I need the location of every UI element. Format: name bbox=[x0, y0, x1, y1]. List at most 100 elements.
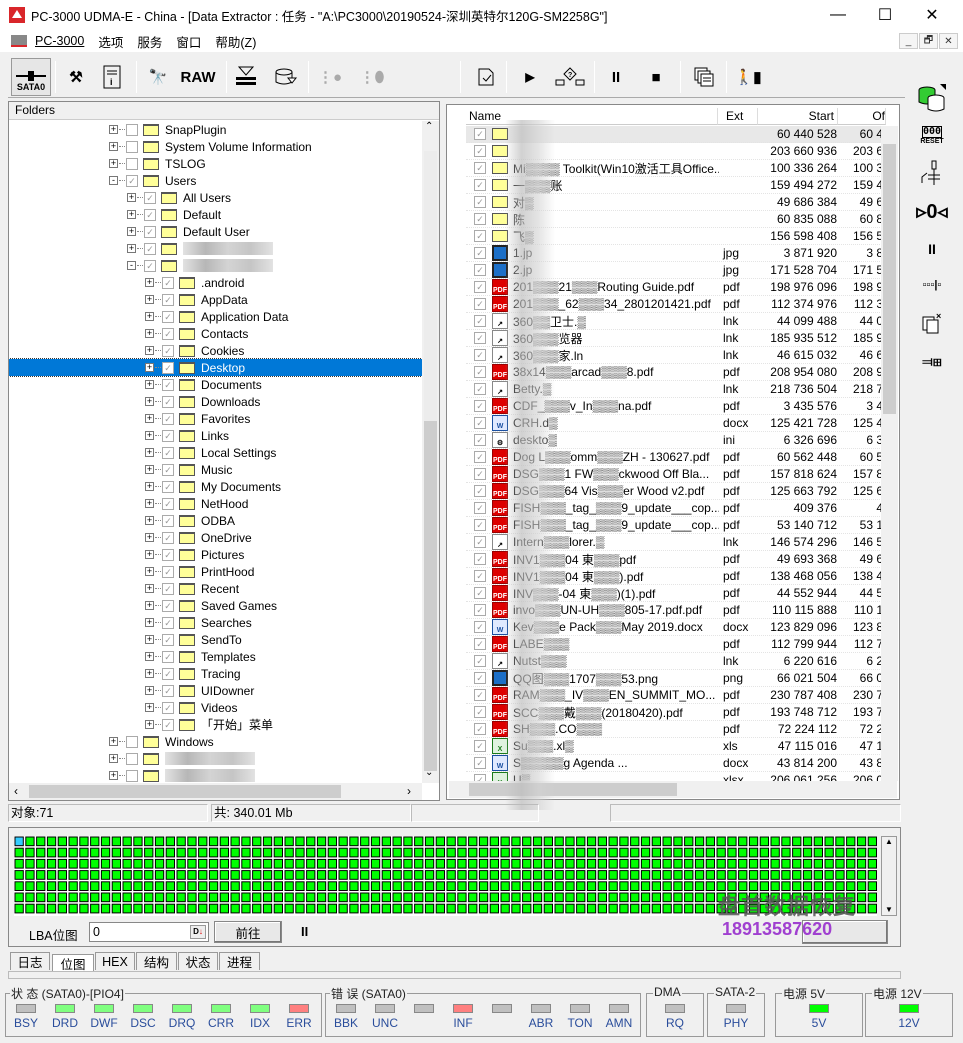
lba-block[interactable] bbox=[867, 858, 877, 869]
folder-tree-item[interactable]: + TSLOG bbox=[9, 155, 422, 172]
lba-block[interactable] bbox=[187, 847, 197, 858]
lba-block[interactable] bbox=[576, 892, 586, 903]
lba-block[interactable] bbox=[90, 836, 100, 847]
lba-block[interactable] bbox=[446, 836, 456, 847]
lba-block[interactable] bbox=[608, 892, 618, 903]
lba-block[interactable] bbox=[14, 881, 24, 891]
lba-block[interactable] bbox=[316, 870, 327, 880]
file-checkbox[interactable]: ✓ bbox=[474, 587, 486, 599]
column-header-start[interactable]: Start bbox=[758, 108, 838, 125]
file-checkbox[interactable]: ✓ bbox=[474, 417, 486, 429]
lba-block[interactable] bbox=[100, 881, 111, 891]
lba-block[interactable] bbox=[824, 847, 834, 858]
lba-block[interactable] bbox=[360, 892, 370, 903]
tree-vertical-scrollbar[interactable]: ⌃ ⌄ bbox=[422, 121, 439, 783]
folder-checkbox[interactable] bbox=[126, 769, 138, 782]
folder-checkbox[interactable] bbox=[126, 157, 138, 170]
lba-block[interactable] bbox=[241, 892, 251, 903]
lba-block[interactable] bbox=[219, 903, 229, 914]
folder-checkbox[interactable]: ✓ bbox=[144, 242, 156, 255]
bitmap-scrollbar[interactable]: ▲ ▼ bbox=[881, 836, 897, 916]
lba-block[interactable] bbox=[565, 881, 575, 891]
lba-block[interactable] bbox=[716, 847, 726, 858]
lba-block[interactable] bbox=[586, 881, 597, 891]
lba-block[interactable] bbox=[856, 858, 867, 869]
lba-block[interactable] bbox=[176, 892, 186, 903]
lba-block[interactable] bbox=[846, 858, 856, 869]
lba-block[interactable] bbox=[835, 847, 845, 858]
file-checkbox[interactable]: ✓ bbox=[474, 349, 486, 361]
lba-block[interactable] bbox=[608, 870, 618, 880]
file-checkbox[interactable]: ✓ bbox=[474, 723, 486, 735]
lba-block[interactable] bbox=[478, 836, 489, 847]
lba-block[interactable] bbox=[403, 903, 413, 914]
lba-block[interactable] bbox=[154, 881, 165, 891]
lba-block[interactable] bbox=[532, 858, 543, 869]
lba-block[interactable] bbox=[694, 870, 705, 880]
lba-block[interactable] bbox=[824, 870, 834, 880]
folder-checkbox[interactable]: ✓ bbox=[144, 225, 156, 238]
expand-icon[interactable]: + bbox=[145, 448, 161, 457]
lba-block[interactable] bbox=[867, 881, 877, 891]
folder-tree-item[interactable]: + ✓ Default User bbox=[9, 223, 422, 240]
lba-block[interactable] bbox=[273, 903, 284, 914]
lba-block[interactable] bbox=[165, 892, 175, 903]
database-copy-button[interactable] bbox=[912, 81, 952, 113]
lba-block[interactable] bbox=[349, 892, 359, 903]
folder-checkbox[interactable]: ✓ bbox=[162, 701, 174, 714]
lba-block[interactable] bbox=[673, 892, 683, 903]
lba-block[interactable] bbox=[759, 870, 770, 880]
lba-block[interactable] bbox=[403, 870, 413, 880]
lba-block[interactable] bbox=[770, 847, 780, 858]
lba-block[interactable] bbox=[262, 903, 273, 914]
lba-block[interactable] bbox=[144, 836, 154, 847]
lba-block[interactable] bbox=[338, 847, 348, 858]
folder-checkbox[interactable]: ✓ bbox=[144, 259, 156, 272]
lba-block[interactable] bbox=[187, 836, 197, 847]
folder-checkbox[interactable]: ✓ bbox=[162, 497, 174, 510]
connector-button[interactable]: ⫤⊞ bbox=[912, 345, 952, 377]
lba-block[interactable] bbox=[79, 847, 89, 858]
lba-block[interactable] bbox=[457, 836, 467, 847]
lba-block[interactable] bbox=[489, 881, 500, 891]
lba-block[interactable] bbox=[630, 836, 640, 847]
lba-block[interactable] bbox=[705, 892, 716, 903]
lba-block[interactable] bbox=[208, 881, 219, 891]
file-checkbox[interactable]: ✓ bbox=[474, 757, 486, 769]
lba-block[interactable] bbox=[662, 892, 672, 903]
file-checkbox[interactable]: ✓ bbox=[474, 689, 486, 701]
lba-block[interactable] bbox=[36, 881, 46, 891]
expand-icon[interactable]: + bbox=[145, 567, 161, 576]
lba-block[interactable] bbox=[586, 836, 597, 847]
folder-checkbox[interactable]: ✓ bbox=[162, 565, 174, 578]
lba-block[interactable] bbox=[543, 870, 554, 880]
lba-block[interactable] bbox=[694, 836, 705, 847]
lba-block[interactable] bbox=[478, 892, 489, 903]
file-checkbox[interactable]: ✓ bbox=[474, 553, 486, 565]
column-header-ext[interactable]: Ext bbox=[718, 108, 758, 125]
lba-block[interactable] bbox=[100, 836, 111, 847]
lba-block[interactable] bbox=[759, 847, 770, 858]
lba-block[interactable] bbox=[468, 847, 478, 858]
lba-block[interactable] bbox=[489, 847, 500, 858]
lba-block[interactable] bbox=[457, 903, 467, 914]
expand-icon[interactable]: + bbox=[145, 618, 161, 627]
lba-block[interactable] bbox=[705, 881, 716, 891]
side-pause-button[interactable]: II bbox=[912, 233, 952, 265]
lba-block[interactable] bbox=[694, 858, 705, 869]
lba-block[interactable] bbox=[90, 892, 100, 903]
lba-block[interactable] bbox=[273, 892, 284, 903]
lba-block[interactable] bbox=[284, 847, 294, 858]
lba-block[interactable] bbox=[392, 847, 402, 858]
lba-block[interactable] bbox=[360, 881, 370, 891]
lba-block[interactable] bbox=[338, 892, 348, 903]
lba-block[interactable] bbox=[522, 892, 532, 903]
file-checkbox[interactable]: ✓ bbox=[474, 230, 486, 242]
goto-button[interactable]: 前往 bbox=[214, 921, 282, 943]
file-checkbox[interactable]: ✓ bbox=[474, 536, 486, 548]
folder-checkbox[interactable]: ✓ bbox=[162, 293, 174, 306]
lba-block[interactable] bbox=[705, 870, 716, 880]
lba-block[interactable] bbox=[446, 858, 456, 869]
lba-block[interactable] bbox=[133, 870, 143, 880]
lba-block[interactable] bbox=[662, 847, 672, 858]
